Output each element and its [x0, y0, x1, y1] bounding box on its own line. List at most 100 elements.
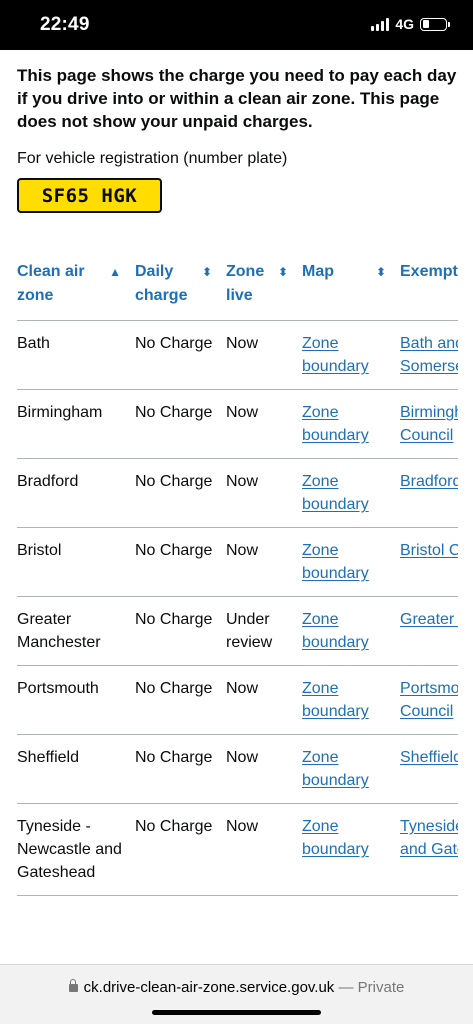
exemptions-cell: Portsmouth City Council	[400, 665, 458, 735]
zone-name-cell: Bradford	[17, 458, 135, 528]
signal-icon	[371, 17, 390, 31]
sort-ascending-icon: ▲	[109, 265, 121, 279]
zone-name-cell: Greater Manchester	[17, 596, 135, 666]
zone-boundary-link[interactable]: Zone boundary	[302, 749, 369, 789]
daily-charge-cell: No Charge	[135, 335, 213, 352]
header-zone-live[interactable]: Zone live ⬍	[226, 250, 302, 321]
table-row: Sheffield No Charge Now Zone boundary Sheffi…	[17, 734, 458, 804]
clean-air-zone-table: Clean air zone ▲ Daily charge ⬍ Zone live ⬍ Ma…	[17, 250, 458, 896]
exemptions-link[interactable]: Tyneside Newcastle and Gateshead	[400, 818, 458, 858]
header-exemptions[interactable]: Exemptions	[400, 250, 458, 321]
registration-label: For vehicle registration (number plate)	[17, 150, 288, 167]
header-label: Zone live	[226, 263, 265, 304]
daily-charge-cell: No Charge	[135, 527, 226, 597]
url-text: ck.drive-clean-air-zone.service.gov.uk	[83, 979, 335, 996]
zone-name-cell: Portsmouth	[17, 665, 135, 735]
header-label: Clean air zone	[17, 263, 85, 304]
zone-boundary-link[interactable]: Zone boundary	[302, 404, 369, 444]
exemptions-link[interactable]: Bradford Council	[400, 473, 458, 490]
status-time: 22:49	[40, 14, 90, 35]
intro-text: This page shows the charge you need to p…	[17, 66, 457, 131]
zone-name-cell: Sheffield	[17, 734, 135, 804]
table-header-row: Clean air zone ▲ Daily charge ⬍ Zone live ⬍ Ma…	[17, 250, 458, 321]
zone-live-cell: Under review	[226, 596, 302, 666]
table-row: Bristol No Charge Now Zone boundary Bristol …	[17, 527, 458, 597]
zone-live-cell: Now	[226, 458, 302, 528]
exemptions-link[interactable]: Greater Manchester	[400, 611, 458, 628]
daily-charge-cell: No Charge	[135, 749, 213, 766]
zone-name-cell: Birmingham	[17, 389, 135, 459]
daily-charge-cell: No Charge	[135, 458, 226, 528]
exemptions-link[interactable]: Sheffield Council	[400, 749, 458, 766]
zone-live-cell: Now	[226, 320, 302, 390]
zone-boundary-cell: Zone boundary	[302, 389, 400, 459]
exemptions-link[interactable]: Birmingham City Council	[400, 404, 458, 444]
status-bar: 22:49 4G	[0, 0, 473, 50]
browser-url-bar[interactable]: ck.drive-clean-air-zone.service.gov.uk —…	[0, 964, 473, 1024]
clean-air-zone-table-scroll[interactable]: Clean air zone ▲ Daily charge ⬍ Zone live ⬍ Ma…	[17, 250, 458, 896]
lock-icon	[68, 979, 78, 992]
header-clean-air-zone[interactable]: Clean air zone ▲	[17, 250, 135, 321]
zone-boundary-link[interactable]: Zone boundary	[302, 335, 369, 375]
battery-icon	[420, 17, 450, 31]
daily-charge-cell: No Charge	[135, 818, 213, 835]
zone-live-cell: Now	[226, 527, 302, 597]
header-label: Exemptions	[400, 263, 458, 280]
zone-boundary-link[interactable]: Zone boundary	[302, 473, 369, 513]
home-indicator[interactable]	[152, 1010, 321, 1015]
zone-live-cell: Now	[226, 335, 259, 352]
zone-live-cell: Now	[226, 803, 302, 896]
private-label: — Private	[338, 979, 405, 996]
status-indicators: 4G	[371, 16, 450, 32]
table-row: Birmingham No Charge Now Zone boundary Birmi…	[17, 389, 458, 459]
zone-name-cell: Tyneside - Newcastle and Gateshead	[17, 803, 135, 896]
zone-boundary-cell: Zone boundary	[302, 665, 400, 735]
table-row: Bradford No Charge Now Zone boundary Bradfor…	[17, 458, 458, 528]
zone-boundary-cell: Zone boundary	[302, 527, 400, 597]
daily-charge-cell: No Charge	[135, 803, 226, 896]
zone-name-cell: Bristol	[17, 542, 62, 559]
daily-charge-cell: No Charge	[135, 596, 226, 666]
zone-boundary-link[interactable]: Zone boundary	[302, 680, 369, 720]
zone-live-cell: Now	[226, 818, 259, 835]
zone-boundary-link[interactable]: Zone boundary	[302, 611, 369, 651]
zone-live-cell: Under review	[226, 611, 273, 651]
zone-live-cell: Now	[226, 734, 302, 804]
zone-live-cell: Now	[226, 542, 259, 559]
header-map[interactable]: Map ⬍	[302, 250, 400, 321]
network-label: 4G	[395, 16, 414, 32]
daily-charge-cell: No Charge	[135, 320, 226, 390]
exemptions-link[interactable]: Bath and North East Somerset Council	[400, 335, 458, 375]
table-row: Greater Manchester No Charge Under review Z…	[17, 596, 458, 666]
daily-charge-cell: No Charge	[135, 734, 226, 804]
exemptions-cell: Bradford Council	[400, 458, 458, 528]
table-row: Tyneside - Newcastle and Gateshead No Cha…	[17, 803, 458, 896]
zone-name-cell: Greater Manchester	[17, 611, 101, 651]
daily-charge-cell: No Charge	[135, 611, 213, 628]
exemptions-cell: Greater Manchester	[400, 596, 458, 666]
zone-live-cell: Now	[226, 680, 259, 697]
zone-boundary-cell: Zone boundary	[302, 734, 400, 804]
zone-name-cell: Birmingham	[17, 404, 103, 421]
table-row: Portsmouth No Charge Now Zone boundary Ports…	[17, 665, 458, 735]
table-row: Bath No Charge Now Zone boundary Bath and No…	[17, 320, 458, 390]
daily-charge-cell: No Charge	[135, 404, 213, 421]
url-line: ck.drive-clean-air-zone.service.gov.uk —…	[0, 979, 473, 996]
header-daily-charge[interactable]: Daily charge ⬍	[135, 250, 226, 321]
number-plate: SF65 HGK	[17, 178, 162, 213]
exemptions-cell: Bath and North East Somerset Council	[400, 320, 458, 390]
exemptions-cell: Sheffield Council	[400, 734, 458, 804]
zone-name-cell: Bath	[17, 320, 135, 390]
zone-boundary-link[interactable]: Zone boundary	[302, 542, 369, 582]
table-body: Bath No Charge Now Zone boundary Bath and No…	[17, 320, 458, 896]
zone-name-cell: Portsmouth	[17, 680, 99, 697]
zone-boundary-link[interactable]: Zone boundary	[302, 818, 369, 858]
exemptions-link[interactable]: Bristol Council	[400, 542, 458, 559]
daily-charge-cell: No Charge	[135, 389, 226, 459]
sort-icon: ⬍	[277, 265, 288, 279]
zone-name-cell: Bristol	[17, 527, 135, 597]
sort-icon: ⬍	[201, 265, 212, 279]
exemptions-link[interactable]: Portsmouth City Council	[400, 680, 458, 720]
zone-boundary-cell: Zone boundary	[302, 803, 400, 896]
zone-name-cell: Tyneside - Newcastle and Gateshead	[17, 818, 122, 881]
